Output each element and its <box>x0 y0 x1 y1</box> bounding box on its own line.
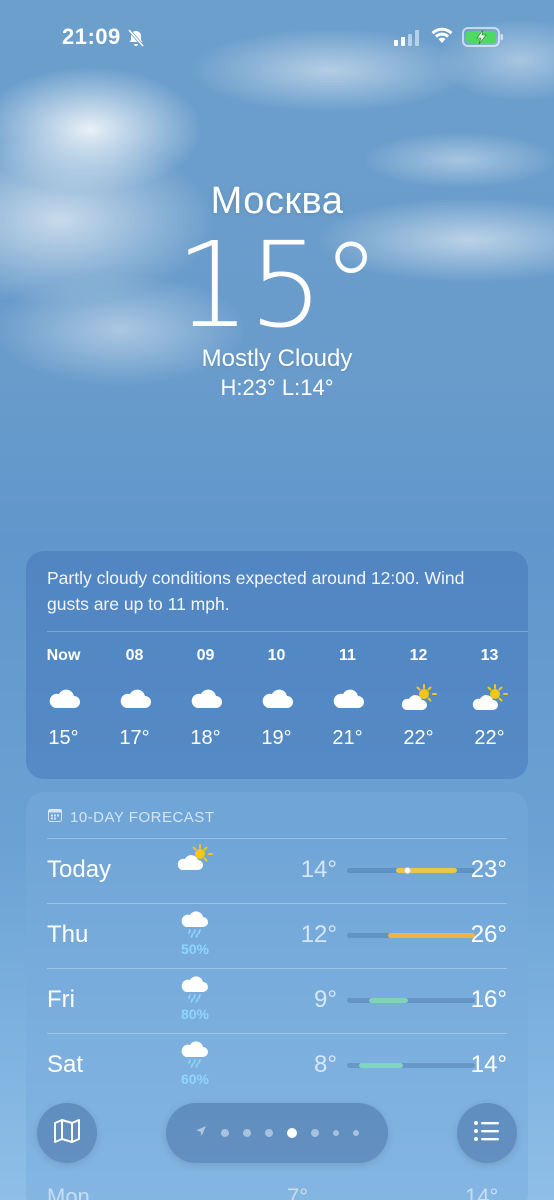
hour-temp: 22° <box>403 727 434 749</box>
peek-high: 14° <box>465 1184 499 1200</box>
divider <box>47 903 507 904</box>
temp-range-fill <box>358 1063 404 1068</box>
cloud-icon <box>312 669 383 727</box>
ten-day-title: 10-DAY FORECAST <box>70 808 215 826</box>
status-time: 21:09 <box>62 24 121 49</box>
peek-low: 7° <box>287 1184 309 1200</box>
page-dot[interactable] <box>311 1129 319 1137</box>
hourly-strip[interactable]: Now 15° 08 17° 09 18° 10 19° 11 21° 12 22° 13 22° <box>28 647 528 750</box>
peek-day: Mon <box>47 1184 90 1200</box>
forecast-low: 9° <box>314 986 337 1013</box>
hour-temp: 21° <box>332 727 363 749</box>
page-dot[interactable] <box>353 1130 359 1136</box>
page-dot[interactable] <box>243 1129 251 1137</box>
divider <box>47 631 528 632</box>
peek-row: Mon 7° 14° <box>47 1184 507 1200</box>
location-arrow-icon <box>195 1124 207 1142</box>
hour-label: 11 <box>339 647 356 664</box>
hour-item: 12 22° <box>383 647 454 750</box>
hour-label: Now <box>46 647 81 664</box>
forecast-high: 26° <box>470 921 507 948</box>
divider <box>47 1033 507 1034</box>
hour-item: 10 19° <box>241 647 312 750</box>
cloud-icon <box>170 669 241 727</box>
map-button[interactable] <box>37 1103 97 1163</box>
forecast-day: Sat <box>47 1051 84 1078</box>
locations-list-button[interactable] <box>457 1103 517 1163</box>
forecast-day: Thu <box>47 921 89 948</box>
hour-label: 12 <box>409 647 428 664</box>
silent-bell-icon <box>126 28 146 53</box>
forecast-low: 14° <box>300 856 337 883</box>
cloud-icon <box>241 669 312 727</box>
current-temperature: 15° <box>175 216 380 354</box>
forecast-day: Fri <box>47 986 75 1013</box>
temp-range-fill <box>387 933 475 938</box>
hour-temp: 17° <box>119 727 150 749</box>
cloud-icon <box>99 669 170 727</box>
hour-temp: 18° <box>190 727 221 749</box>
divider <box>47 838 507 839</box>
partly-sunny-icon <box>175 844 215 877</box>
high-low: H:23° L:14° <box>220 375 334 400</box>
forecast-low: 12° <box>300 921 337 948</box>
ten-day-header: 10-DAY FORECAST <box>48 808 214 826</box>
page-dot[interactable] <box>221 1129 229 1137</box>
current-condition: Mostly Cloudy <box>201 345 353 372</box>
hour-item: 08 17° <box>99 647 170 750</box>
temp-range-track <box>347 1063 475 1068</box>
partly-sunny-icon <box>454 669 525 727</box>
rain-cloud-icon: 50% <box>175 909 215 957</box>
forecast-row[interactable]: Fri 80% 9° 16° <box>47 968 507 1032</box>
cloud-icon <box>28 669 99 727</box>
hour-temp: 15° <box>48 727 79 749</box>
forecast-row[interactable]: Today 14° 23° <box>47 838 507 902</box>
hour-item: Now 15° <box>28 647 99 750</box>
temp-range-track <box>347 998 475 1003</box>
hour-temp: 19° <box>261 727 292 749</box>
forecast-high: 16° <box>470 986 507 1013</box>
forecast-summary: Partly cloudy conditions expected around… <box>47 568 465 614</box>
calendar-icon <box>48 808 62 826</box>
cellular-signal-icon <box>394 30 420 51</box>
temp-range-track <box>347 867 475 874</box>
precip-chance: 50% <box>180 941 210 957</box>
hour-item: 09 18° <box>170 647 241 750</box>
forecast-row[interactable]: Thu 50% 12° 26° <box>47 903 507 967</box>
page-dot[interactable] <box>333 1130 339 1136</box>
status-bar: 21:09 <box>0 22 554 54</box>
divider <box>47 968 507 969</box>
page-dot[interactable] <box>287 1128 297 1138</box>
rain-cloud-icon: 60% <box>175 1039 215 1087</box>
hour-label: 09 <box>196 647 215 664</box>
hourly-forecast-card[interactable]: Partly cloudy conditions expected around… <box>26 551 528 779</box>
page-indicator[interactable] <box>166 1103 388 1163</box>
forecast-row[interactable]: Sat 60% 8° 14° <box>47 1033 507 1097</box>
current-weather: Москва 15° Mostly Cloudy H:23° L:14° <box>0 180 554 401</box>
forecast-high: 14° <box>470 1051 507 1078</box>
map-icon <box>52 1116 82 1151</box>
hour-item: 13 22° <box>454 647 525 750</box>
precip-chance: 80% <box>180 1006 210 1022</box>
forecast-high: 23° <box>470 856 507 883</box>
hour-label: 10 <box>267 647 286 664</box>
battery-charging-icon <box>462 26 504 53</box>
temp-range-fill <box>368 998 409 1003</box>
partly-sunny-icon <box>383 669 454 727</box>
hour-item: 11 21° <box>312 647 383 750</box>
wifi-icon <box>430 27 454 50</box>
page-dot[interactable] <box>265 1129 273 1137</box>
temp-range-track <box>347 933 475 938</box>
precip-chance: 60% <box>180 1071 210 1087</box>
hour-label: 13 <box>480 647 499 664</box>
forecast-low: 8° <box>314 1051 337 1078</box>
forecast-day: Today <box>47 856 112 883</box>
hour-label: 08 <box>125 647 144 664</box>
list-icon <box>472 1118 502 1149</box>
rain-cloud-icon: 80% <box>175 974 215 1022</box>
hour-temp: 22° <box>474 727 505 749</box>
